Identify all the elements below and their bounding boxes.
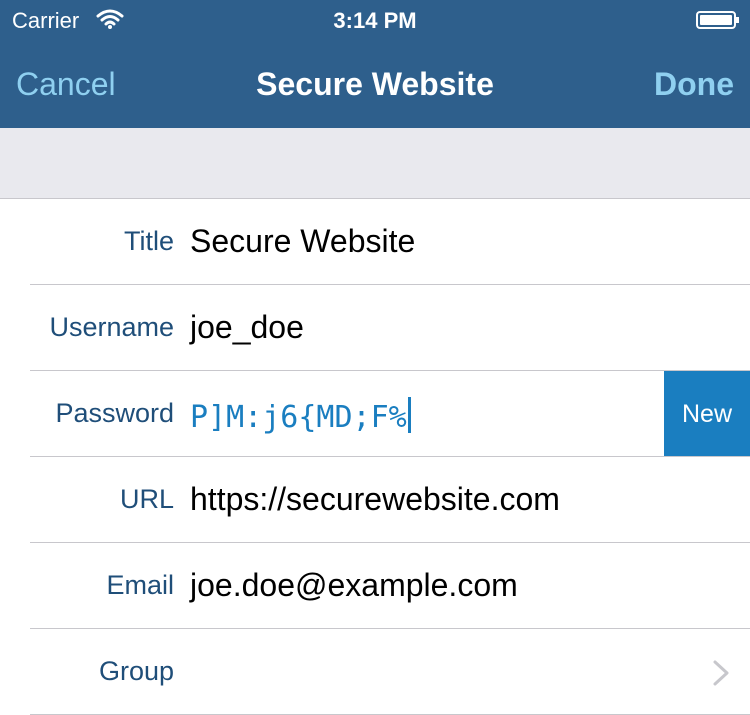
username-label: Username	[49, 312, 174, 342]
title-field[interactable]: Secure Website	[190, 223, 415, 260]
email-row[interactable]: Email joe.doe@example.com	[0, 543, 750, 629]
username-row[interactable]: Username joe_doe	[0, 285, 750, 371]
password-field-wrapper[interactable]: P]M:j6{MD;F%	[190, 397, 411, 435]
url-row[interactable]: URL https://securewebsite.com	[0, 457, 750, 543]
url-label: URL	[119, 484, 174, 514]
text-cursor	[407, 397, 411, 433]
entry-form: Title Secure Website Username joe_doe Pa…	[0, 199, 750, 715]
url-field[interactable]: https://securewebsite.com	[190, 481, 560, 518]
password-label: Password	[55, 398, 174, 428]
title-row[interactable]: Title Secure Website	[0, 199, 750, 285]
section-header-spacer	[0, 128, 750, 199]
username-field[interactable]: joe_doe	[190, 309, 304, 346]
top-bar: Carrier 3:14 PM Cancel Secure Website Do…	[0, 0, 750, 128]
battery-icon	[696, 11, 739, 29]
email-label: Email	[106, 570, 174, 600]
navigation-bar: Cancel Secure Website Done	[0, 40, 750, 128]
page-title: Secure Website	[256, 66, 494, 102]
password-field[interactable]: P]M:j6{MD;F%	[190, 400, 407, 435]
group-row[interactable]: Group	[0, 629, 750, 715]
email-field[interactable]: joe.doe@example.com	[190, 567, 518, 604]
status-time: 3:14 PM	[333, 8, 417, 33]
done-button[interactable]: Done	[654, 66, 734, 103]
new-password-button[interactable]: New	[664, 371, 750, 457]
group-label: Group	[98, 656, 174, 686]
title-label: Title	[123, 226, 174, 256]
status-bar: Carrier 3:14 PM	[0, 0, 750, 40]
password-row[interactable]: Password P]M:j6{MD;F% New	[0, 371, 750, 457]
chevron-right-icon	[713, 660, 729, 686]
